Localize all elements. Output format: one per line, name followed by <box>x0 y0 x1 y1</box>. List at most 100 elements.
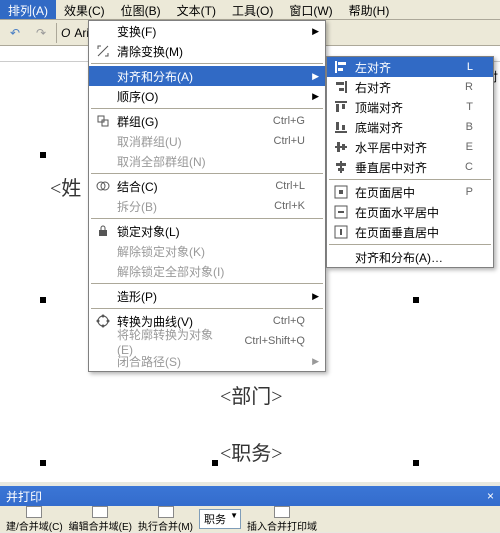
menu-item[interactable]: 锁定对象(L) <box>89 221 325 241</box>
menu-item[interactable]: 顶端对齐T <box>327 97 493 117</box>
menu-help[interactable]: 帮助(H) <box>341 0 398 19</box>
submenu-arrow-icon: ▶ <box>312 26 319 37</box>
combine-icon <box>93 178 113 194</box>
menu-shortcut: L <box>467 61 473 73</box>
blank-icon <box>93 23 113 39</box>
menu-item[interactable]: 造形(P)▶ <box>89 286 325 306</box>
menu-item[interactable]: 顺序(O)▶ <box>89 86 325 106</box>
menu-label: 顶端对齐 <box>355 99 450 116</box>
unlock-all-icon <box>93 263 113 279</box>
ungroup-icon <box>93 133 113 149</box>
menu-separator <box>91 218 323 219</box>
split-icon <box>93 198 113 214</box>
page-hcenter-icon <box>331 204 351 220</box>
blank-icon <box>93 288 113 304</box>
menu-label: 清除变换(M) <box>117 43 305 60</box>
field-dept[interactable]: <部门> <box>220 380 283 409</box>
menu-label: 左对齐 <box>355 59 451 76</box>
menu-item[interactable]: 在页面居中 P <box>327 182 493 202</box>
menu-arrange[interactable]: 排列(A) <box>0 0 56 19</box>
selection-handle[interactable] <box>413 297 419 303</box>
lock-icon <box>93 223 113 239</box>
menu-bitmap[interactable]: 位图(B) <box>113 0 169 19</box>
page-center-icon <box>331 184 351 200</box>
selection-handle[interactable] <box>40 297 46 303</box>
align-left-icon <box>331 59 351 75</box>
menu-item[interactable]: 左对齐 L <box>327 57 493 77</box>
menu-item: 解除锁定全部对象(I) <box>89 261 325 281</box>
align-hcenter-icon <box>331 139 351 155</box>
menu-separator <box>91 63 323 64</box>
menu-item: 拆分(B)Ctrl+K <box>89 196 325 216</box>
menu-text[interactable]: 文本(T) <box>169 0 224 19</box>
selection-handle[interactable] <box>40 460 46 466</box>
field-select[interactable]: 职务 <box>199 509 241 529</box>
menu-label: 对齐和分布(A) <box>117 68 305 85</box>
menu-separator <box>91 283 323 284</box>
menu-item[interactable]: 清除变换(M) <box>89 41 325 61</box>
selection-handle[interactable] <box>212 460 218 466</box>
menu-label: 闭合路径(S) <box>117 353 305 370</box>
menu-item[interactable]: 右对齐R <box>327 77 493 97</box>
merge-print-panel: 并打印 × 建/合并域(C) 编辑合并域(E) 执行合并(M) 职务 插入合并打… <box>0 486 500 532</box>
close-icon[interactable]: × <box>487 489 494 503</box>
menu-label: 垂直居中对齐 <box>355 159 449 176</box>
selection-handle[interactable] <box>413 460 419 466</box>
menu-item[interactable]: 对齐和分布(A)… <box>327 247 493 267</box>
align-bottom-icon <box>331 119 351 135</box>
menu-shortcut: Ctrl+Shift+Q <box>244 335 305 347</box>
curve-icon <box>93 313 113 329</box>
menu-item[interactable]: 在页面水平居中 <box>327 202 493 222</box>
menu-label: 在页面居中 <box>355 184 450 201</box>
menu-label: 对齐和分布(A)… <box>355 249 473 266</box>
menu-tools[interactable]: 工具(O) <box>224 0 281 19</box>
menu-window[interactable]: 窗口(W) <box>281 0 340 19</box>
undo-button[interactable]: ↶ <box>4 22 26 44</box>
menu-item[interactable]: 水平居中对齐E <box>327 137 493 157</box>
blank-icon <box>93 333 113 349</box>
menu-item[interactable]: 结合(C)Ctrl+L <box>89 176 325 196</box>
menu-label: 结合(C) <box>117 178 259 195</box>
run-merge[interactable]: 执行合并(M) <box>138 506 193 533</box>
menu-label: 解除锁定全部对象(I) <box>117 263 305 280</box>
menu-label: 在页面垂直居中 <box>355 224 473 241</box>
menu-separator <box>91 308 323 309</box>
clear-icon <box>93 43 113 59</box>
align-top-icon <box>331 99 351 115</box>
menu-shortcut: Ctrl+U <box>274 135 305 147</box>
menu-label: 变换(F) <box>117 23 305 40</box>
submenu-arrow-icon: ▶ <box>312 71 319 82</box>
insert-merge-field[interactable]: 插入合并打印域 <box>247 506 317 533</box>
redo-button[interactable]: ↷ <box>30 22 52 44</box>
menu-shortcut: R <box>465 81 473 93</box>
menu-label: 取消群组(U) <box>117 133 258 150</box>
align-submenu: 左对齐L右对齐R顶端对齐T底端对齐B水平居中对齐E垂直居中对齐C在页面居中P在页… <box>326 56 494 268</box>
menu-shortcut: Ctrl+G <box>273 115 305 127</box>
menu-item[interactable]: 底端对齐B <box>327 117 493 137</box>
selection-handle[interactable] <box>40 152 46 158</box>
menu-label: 锁定对象(L) <box>117 223 305 240</box>
font-style: O <box>61 26 70 40</box>
create-merge-field[interactable]: 建/合并域(C) <box>6 506 63 533</box>
menu-label: 解除锁定对象(K) <box>117 243 305 260</box>
field-name[interactable]: <姓 <box>50 172 81 201</box>
menu-effects[interactable]: 效果(C) <box>56 0 113 19</box>
menu-item[interactable]: 群组(G)Ctrl+G <box>89 111 325 131</box>
align-right-icon <box>331 79 351 95</box>
menu-label: 顺序(O) <box>117 88 305 105</box>
menu-label: 底端对齐 <box>355 119 450 136</box>
menu-item: 将轮廓转换为对象(E)Ctrl+Shift+Q <box>89 331 325 351</box>
menu-item[interactable]: 变换(F) ▶ <box>89 21 325 41</box>
submenu-arrow-icon: ▶ <box>312 291 319 302</box>
edit-merge-field[interactable]: 编辑合并域(E) <box>69 506 132 533</box>
menubar: 排列(A) 效果(C) 位图(B) 文本(T) 工具(O) 窗口(W) 帮助(H… <box>0 0 500 20</box>
menu-item[interactable]: 在页面垂直居中 <box>327 222 493 242</box>
blank-icon <box>93 353 113 369</box>
menu-shortcut: Ctrl+Q <box>273 315 305 327</box>
menu-shortcut: P <box>466 186 473 198</box>
page-vcenter-icon <box>331 224 351 240</box>
menu-item[interactable]: 垂直居中对齐 C <box>327 157 493 177</box>
menu-shortcut: C <box>465 161 473 173</box>
menu-item[interactable]: 对齐和分布(A) ▶ <box>89 66 325 86</box>
field-title[interactable]: <职务> <box>220 437 283 466</box>
